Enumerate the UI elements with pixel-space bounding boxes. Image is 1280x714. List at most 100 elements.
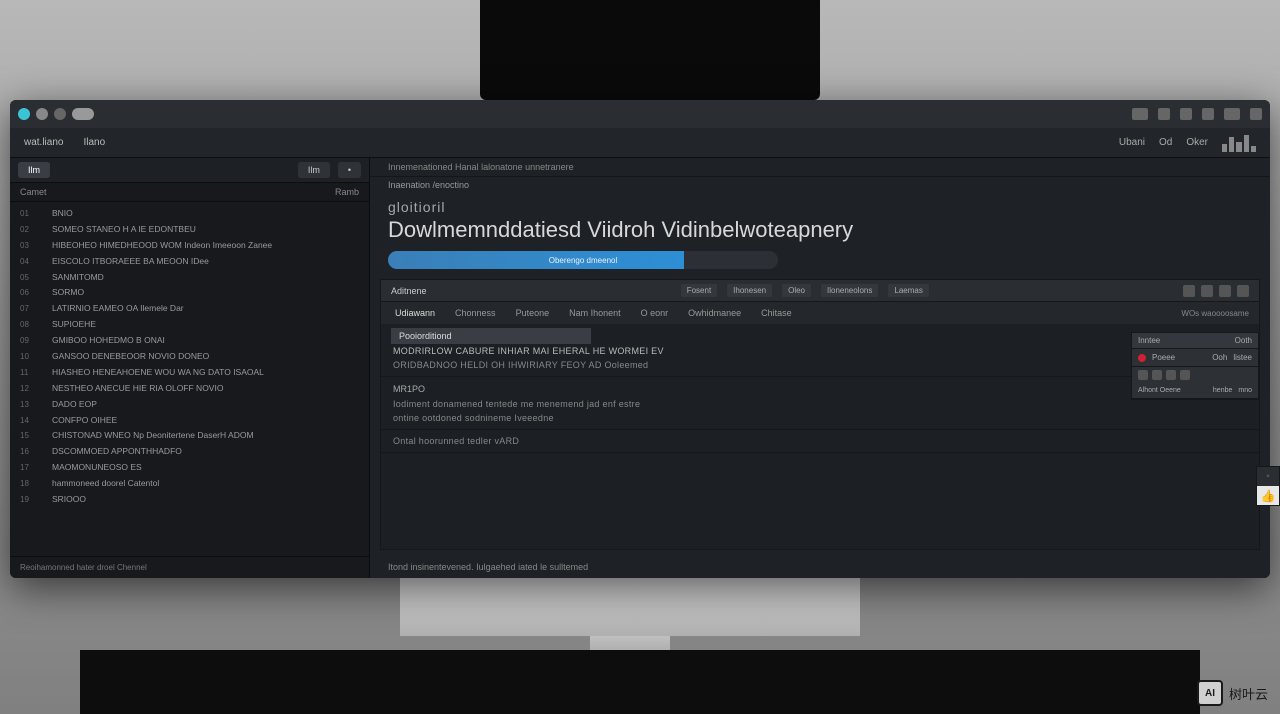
more-icon[interactable] [1237,285,1249,297]
toolbar-status-1: Ubani [1119,137,1145,148]
row-text: SRIOOO [52,494,359,506]
row-text: HIBEOHEO HIMEDHEOOD WOM Indeon Imeeoon Z… [52,240,359,252]
sidebar-row[interactable]: 16DSCOMMOED APPONTHHADFO [10,444,369,460]
inspector-icon-3[interactable] [1166,370,1176,380]
window-control-maximize[interactable] [54,108,66,120]
record-icon[interactable] [1138,354,1146,362]
sync-icon[interactable] [1158,108,1170,120]
filter-segment[interactable]: Laemas [888,284,928,297]
list-view-icon[interactable] [1201,285,1213,297]
inspector-footer [1132,367,1258,383]
sidebar-row[interactable]: 19 SRIOOO [10,492,369,508]
side-dock-thumb-icon[interactable]: 👍 [1257,486,1279,505]
line-number: 19 [20,494,42,506]
display-icon[interactable] [1224,108,1240,120]
content-tab-row: Udiawann Chonness Puteone Nam Ihonent O eonr… [380,302,1260,324]
section-3-line: Ontal hoorunned tedler vARD [391,434,1249,448]
breadcrumb-secondary[interactable]: Inaenation /enoctino [370,177,1270,193]
page-label: gloitioril [370,193,1270,215]
main-toolbar: wat.liano Ilano Ubani Od Oker [10,128,1270,158]
sidebar-row[interactable]: 11 HIASHEO HENEAHOENE WOU WA NG DATO ISAO… [10,365,369,381]
sidebar-row[interactable]: 15CHISTONAD WNEO Np Deonitertene DaserH … [10,428,369,444]
filter-toolbar: Aditnene Fosent Ihonesen Oleo Iloneneolons L… [380,279,1260,302]
sidebar-row[interactable]: 03 HIBEOHEO HIMEDHEOOD WOM Indeon Imeeoon… [10,238,369,254]
window-control-pill[interactable] [72,108,94,120]
toolbar-status-3: Oker [1186,137,1208,148]
inspector-icon-2[interactable] [1152,370,1162,380]
sidebar-row[interactable]: 06SORMO [10,285,369,301]
filter-icon-group [1183,285,1249,297]
page-title: Dowlmemnddatiesd Viidroh Vidinbelwoteapn… [370,215,1270,251]
inspector-icon-1[interactable] [1138,370,1148,380]
row-text: BNIO [52,208,359,220]
inspector-row-1[interactable]: Poeee Ooh listee [1132,349,1258,367]
sidebar-row[interactable]: 02SOMEO STANEO H A IE EDONTBEU [10,222,369,238]
monitor-chin [400,578,860,636]
line-number: 11 [20,367,42,379]
sidebar-row[interactable]: 10GANSOO DENEBEOOR NOVIO DONEO [10,349,369,365]
sidebar-row[interactable]: 05SANMITOMD [10,270,369,286]
sidebar-row[interactable]: 13DADO EOP [10,397,369,413]
progress-label: Oberengo dmeenol [549,256,618,265]
filter-label: Aditnene [391,286,427,296]
line-number: 12 [20,383,42,395]
filter-segment[interactable]: Fosent [681,284,717,297]
filter-segment[interactable]: Oleo [782,284,811,297]
content-tab[interactable]: O eonr [637,306,673,320]
filter-segment[interactable]: Iloneneolons [821,284,878,297]
content-footer: Itond insinentevened. Iulgaehed iated le… [370,556,1270,578]
sidebar-list[interactable]: 01BNIO02SOMEO STANEO H A IE EDONTBEU 03 HI… [10,202,369,556]
sidebar-row[interactable]: 01BNIO [10,206,369,222]
content-tab[interactable]: Nam Ihonent [565,306,625,320]
content-tab[interactable]: Chonness [451,306,500,320]
sidebar-col-1: Camet [20,187,47,197]
content-tab[interactable]: Owhidmanee [684,306,745,320]
export-icon[interactable] [1250,108,1262,120]
sidebar-tab-2[interactable]: Ilm [298,162,330,178]
menu-item-2[interactable]: Ilano [83,137,105,148]
titlebar-right-group [1132,108,1262,120]
content-tab[interactable]: Puteone [512,306,554,320]
inspector-header-left: Inntee [1138,336,1160,345]
content-tab[interactable]: Udiawann [391,306,439,320]
row-text: CHISTONAD WNEO Np Deonitertene DaserH AD… [52,430,359,442]
download-progress-bar: Oberengo dmeenol [388,251,778,269]
body-split: Ilm Ilm • Camet Ramb 01BNIO02SOMEO STANE… [10,158,1270,578]
inspector-panel[interactable]: Inntee Ooth Poeee Ooh listee [1131,332,1259,400]
settings-icon[interactable] [1202,108,1214,120]
sidebar-row[interactable]: 18hammoneed doorel Catentol [10,476,369,492]
menu-item-1[interactable]: wat.liano [24,137,63,148]
sidebar-row[interactable]: 09GMIBOO HOHEDMO B ONAI [10,333,369,349]
window-control-minimize[interactable] [36,108,48,120]
sidebar-row[interactable]: 12 NESTHEO ANECUE HIE RIA OLOFF NOVIO [10,381,369,397]
inspector-header: Inntee Ooth [1132,333,1258,349]
toolbar-left-group: wat.liano Ilano [24,137,105,148]
row-text: MAOMONUNEOSO ES [52,462,359,474]
sidebar-row[interactable]: 17MAOMONUNEOSO ES [10,460,369,476]
content-tab[interactable]: Chitase [757,306,796,320]
sidebar-tab-1[interactable]: Ilm [18,162,50,178]
line-number: 03 [20,240,42,252]
sort-icon[interactable] [1219,285,1231,297]
line-number: 08 [20,319,42,331]
sidebar-tab-3[interactable]: • [338,162,361,178]
side-dock-top-icon[interactable]: ◦ [1257,467,1279,486]
sidebar-row[interactable]: 07LATIRNIO EAMEO OA Ilemele Dar [10,301,369,317]
inspector-icon-4[interactable] [1180,370,1190,380]
sidebar-row[interactable]: 14CONFPO OIHEE [10,413,369,429]
section-1-title[interactable]: Pooiorditiond [391,328,591,344]
row-text: NESTHEO ANECUE HIE RIA OLOFF NOVIO [52,383,359,395]
row-text: HIASHEO HENEAHOENE WOU WA NG DATO ISAOAL [52,367,359,379]
filter-segment[interactable]: Ihonesen [727,284,772,297]
line-number: 05 [20,272,42,284]
sidebar-row[interactable]: 04EISCOLO ITBORAEEE BA MEOON IDee [10,254,369,270]
content-box: Pooiorditiond MODRIRLOW CABURE INHIAR MA… [380,324,1260,550]
side-dock[interactable]: ◦ 👍 [1256,466,1280,506]
window-control-close[interactable] [18,108,30,120]
grid-view-icon[interactable] [1183,285,1195,297]
sidebar-row[interactable]: 08SUPIOEHE [10,317,369,333]
row-text: CONFPO OIHEE [52,415,359,427]
section-2-line-2: ontine ootdoned sodnineme Iveeedne [391,411,1249,425]
inspector-row-label-1: Poeee [1152,353,1175,362]
sidebar: Ilm Ilm • Camet Ramb 01BNIO02SOMEO STANE… [10,158,370,578]
